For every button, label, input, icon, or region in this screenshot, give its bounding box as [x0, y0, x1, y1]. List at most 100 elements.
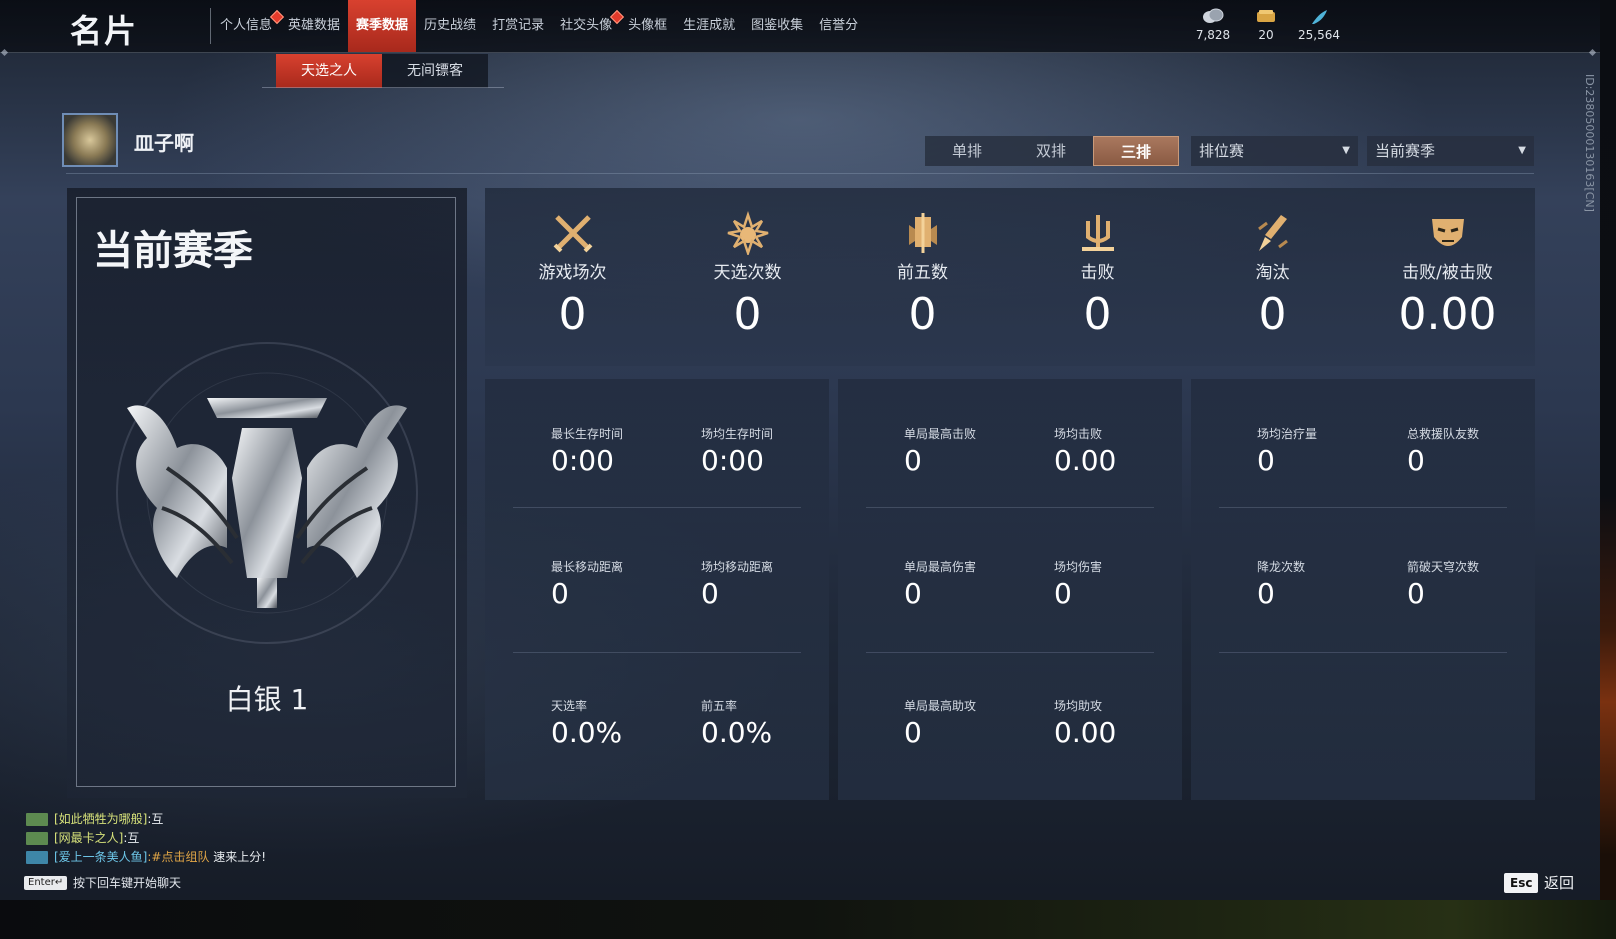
subtab-bounty-hunter[interactable]: 无间镖客	[382, 54, 488, 88]
chat-text: 速来上分!	[209, 850, 267, 864]
tab-label: 打赏记录	[492, 18, 545, 33]
subtab-underline	[262, 87, 504, 88]
chat-hint[interactable]: 按下回车键开始聊天	[73, 874, 181, 891]
stat-cell: 总救援队友数 0	[1407, 425, 1479, 477]
stat-cell: 场均治疗量 0	[1257, 425, 1317, 477]
tab-match-history[interactable]: 历史战绩	[416, 0, 484, 52]
stat-value: 0.00	[1398, 289, 1497, 340]
stat-cell: 单局最高击败 0	[904, 425, 976, 477]
currency-tickets: 20	[1236, 8, 1296, 42]
tab-hero-data[interactable]: 英雄数据	[280, 0, 348, 52]
cell-value: 0.00	[1054, 716, 1117, 749]
mode-solo-button[interactable]: 单排	[925, 136, 1009, 166]
dropdown-value: 当前赛季	[1375, 142, 1436, 160]
nav-tabs: 个人信息 英雄数据 赛季数据 历史战绩 打赏记录 社交头像 头像框 生涯成就 图…	[212, 0, 866, 52]
join-team-link[interactable]: :#点击组队	[147, 850, 209, 864]
stat-kd-ratio: 击败/被击败 0.00	[1360, 210, 1535, 340]
tab-credit-score[interactable]: 信誉分	[811, 0, 866, 52]
flower-crest-icon	[660, 210, 835, 256]
window-bottom-edge	[0, 900, 1616, 939]
crossed-swords-icon	[485, 210, 660, 256]
stat-games-played: 游戏场次 0	[485, 210, 660, 340]
chat-sender[interactable]: [如此牺牲为哪般]	[54, 812, 147, 826]
tab-season-data[interactable]: 赛季数据	[348, 0, 417, 52]
stat-value: 0	[733, 289, 762, 340]
tab-career-achievements[interactable]: 生涯成就	[675, 0, 743, 52]
tab-label: 英雄数据	[288, 18, 341, 33]
stat-chosen-count: 天选次数 0	[660, 210, 835, 340]
stat-cell: 场均生存时间 0:00	[701, 425, 773, 477]
summary-stats-panel: 游戏场次 0 天选次数 0 前五数 0 击败 0 淘汰 0 击败/被击败 0.0…	[485, 188, 1535, 366]
chat-sender[interactable]: [爱上一条美人鱼]	[54, 850, 147, 864]
sub-tabs: 天选之人 无间镖客	[276, 54, 488, 88]
currency-value: 7,828	[1195, 28, 1231, 42]
rank-label: 白银 1	[225, 683, 309, 716]
ticket-icon	[1236, 8, 1296, 26]
tab-social-avatar[interactable]: 社交头像	[552, 0, 625, 52]
window-edge	[1600, 0, 1616, 900]
stat-label: 淘汰	[1255, 263, 1290, 283]
tab-label: 历史战绩	[424, 18, 477, 33]
cell-value: 0	[1054, 577, 1072, 610]
tab-label: 生涯成就	[683, 18, 736, 33]
caret-down-icon: ▼	[1518, 145, 1526, 156]
subtab-chosen-one[interactable]: 天选之人	[276, 54, 382, 88]
cell-value: 0:00	[551, 444, 614, 477]
cell-value: 0	[904, 577, 922, 610]
row-divider	[866, 507, 1154, 508]
cell-label: 场均伤害	[1054, 560, 1103, 574]
esc-key-icon[interactable]: Esc	[1504, 873, 1539, 893]
season-dropdown[interactable]: 当前赛季 ▼	[1367, 136, 1534, 166]
cell-value: 0	[1257, 577, 1275, 610]
back-button[interactable]: 返回	[1544, 872, 1574, 893]
stat-cell: 场均助攻 0.00	[1054, 697, 1116, 749]
tab-label: 图鉴收集	[751, 18, 804, 33]
avatar[interactable]	[62, 113, 118, 167]
cell-label: 单局最高伤害	[904, 560, 977, 574]
stat-value: 0	[1258, 289, 1287, 340]
chat-sender[interactable]: [网最卡之人]	[54, 831, 123, 845]
cell-label: 天选率	[551, 699, 588, 713]
cell-value: 0	[904, 444, 922, 477]
team-chat-icon	[26, 813, 48, 826]
tab-tip-records[interactable]: 打赏记录	[484, 0, 552, 52]
tab-avatar-frame[interactable]: 头像框	[620, 0, 675, 52]
stat-cell: 单局最高助攻 0	[904, 697, 976, 749]
cell-label: 场均生存时间	[701, 427, 774, 441]
tab-personal-info[interactable]: 个人信息	[212, 0, 285, 52]
season-title: 当前赛季	[93, 228, 253, 274]
stat-cell: 场均伤害 0	[1054, 558, 1102, 610]
stat-defeats: 击败 0	[1010, 210, 1185, 340]
match-type-dropdown[interactable]: 排位赛 ▼	[1191, 136, 1358, 166]
username: 皿子啊	[134, 131, 194, 155]
cell-label: 降龙次数	[1257, 560, 1306, 574]
row-divider	[1219, 652, 1507, 653]
cell-value: 0	[1407, 444, 1425, 477]
tab-collection[interactable]: 图鉴收集	[743, 0, 811, 52]
currency-value: 20	[1258, 28, 1274, 42]
stat-label: 击败	[1080, 263, 1115, 283]
season-rank-card: 当前赛季 白银 1	[67, 188, 467, 798]
feather-icon	[1289, 8, 1349, 26]
mode-trio-button[interactable]: 三排	[1093, 136, 1179, 166]
mode-duo-button[interactable]: 双排	[1009, 136, 1093, 166]
stat-cell: 场均击败 0.00	[1054, 425, 1116, 477]
stat-label: 天选次数	[713, 263, 782, 283]
cell-value: 0	[551, 577, 569, 610]
chat-text: :互	[147, 812, 164, 826]
banner-icon	[835, 210, 1010, 256]
stat-eliminations: 淘汰 0	[1185, 210, 1360, 340]
mask-icon	[1360, 210, 1535, 256]
tab-label: 赛季数据	[356, 18, 409, 33]
cell-value: 0	[1407, 577, 1425, 610]
currency-coins: 7,828	[1183, 8, 1243, 42]
stat-cell: 最长生存时间 0:00	[551, 425, 623, 477]
chat-message: [如此牺牲为哪般]:互	[26, 810, 163, 827]
stat-cell: 最长移动距离 0	[551, 558, 623, 610]
stat-label: 前五数	[897, 263, 948, 283]
nav-divider	[210, 8, 211, 44]
player-id: ID:2380500013016​3[CN]	[1583, 74, 1596, 212]
cell-label: 最长移动距离	[551, 560, 624, 574]
chat-message: [爱上一条美人鱼]:#点击组队 速来上分!	[26, 848, 266, 865]
cell-label: 场均助攻	[1054, 699, 1103, 713]
